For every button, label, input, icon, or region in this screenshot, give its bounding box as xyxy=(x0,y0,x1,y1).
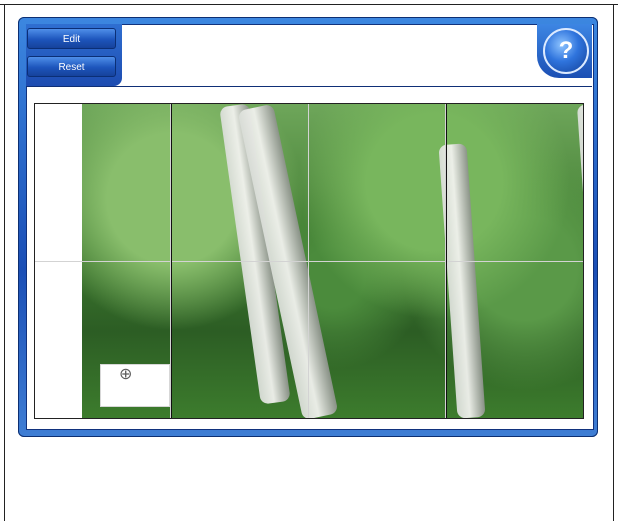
page-right-border xyxy=(613,4,614,521)
header-divider xyxy=(26,86,592,87)
birch-trunk xyxy=(576,104,583,395)
help-button[interactable]: ? xyxy=(543,28,589,74)
puzzle-piece-separator xyxy=(171,104,172,418)
edit-button[interactable]: Edit xyxy=(27,28,116,49)
photo-watermark: ⊕ xyxy=(100,364,170,407)
puzzle-app-screen: Edit Reset ? ⊕ xyxy=(0,0,618,521)
globe-logo-icon: ⊕ xyxy=(119,366,133,383)
puzzle-piece-separator xyxy=(446,104,447,418)
reset-button[interactable]: Reset xyxy=(27,56,116,77)
page-top-border xyxy=(0,4,618,5)
grid-line xyxy=(35,261,583,262)
page-left-border xyxy=(4,4,5,521)
